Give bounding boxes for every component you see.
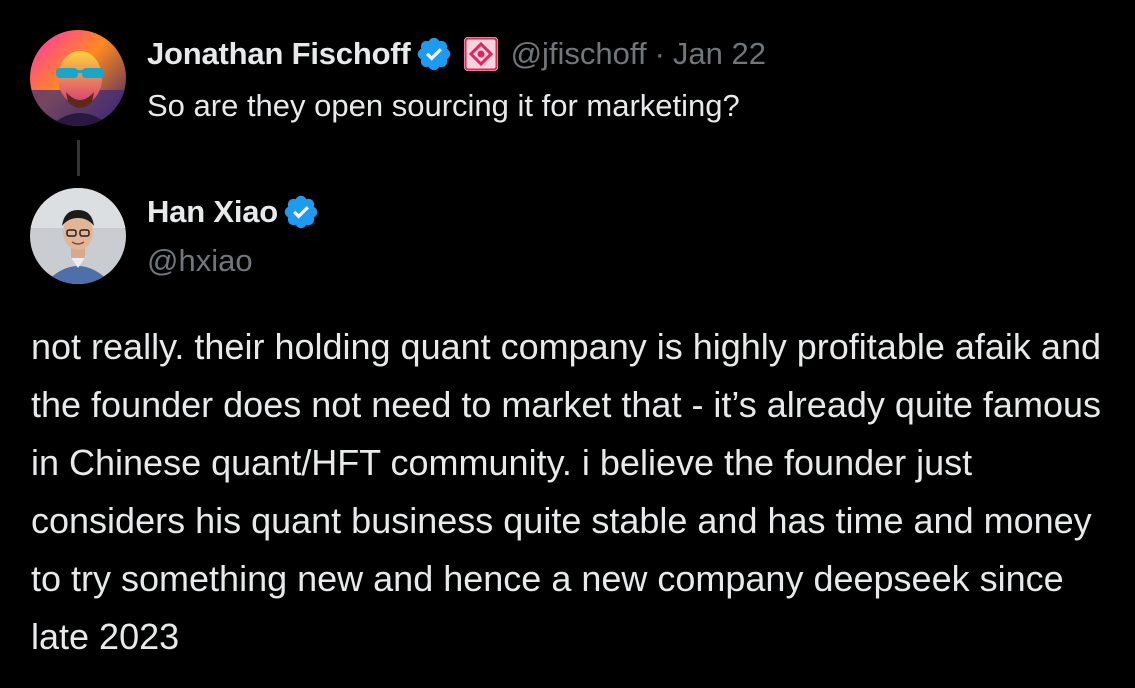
display-name[interactable]: Jonathan Fischoff bbox=[147, 36, 411, 72]
avatar-image-jonathan bbox=[30, 30, 126, 126]
reply-tweet-text: not really. their holding quant company … bbox=[31, 326, 1101, 657]
avatar[interactable] bbox=[30, 30, 126, 126]
separator-dot: · bbox=[654, 36, 665, 71]
avatar[interactable] bbox=[30, 188, 126, 284]
display-name[interactable]: Han Xiao bbox=[147, 194, 278, 230]
parent-tweet-text: So are they open sourcing it for marketi… bbox=[147, 88, 740, 123]
tweet-date[interactable]: Jan 22 bbox=[673, 36, 766, 72]
avatar-image-han bbox=[30, 188, 126, 284]
verified-badge-icon[interactable] bbox=[282, 193, 320, 231]
parent-tweet-header: Jonathan Fischoff @jfischoff · Jan 22 bbox=[147, 33, 766, 75]
thread-connector-line bbox=[77, 140, 80, 176]
handle[interactable]: @jfischoff bbox=[511, 36, 647, 72]
handle[interactable]: @hxiao bbox=[147, 243, 253, 279]
verified-badge-icon[interactable] bbox=[415, 35, 453, 73]
reply-tweet-header: Han Xiao bbox=[147, 191, 320, 233]
affiliation-badge-icon[interactable] bbox=[463, 36, 499, 72]
